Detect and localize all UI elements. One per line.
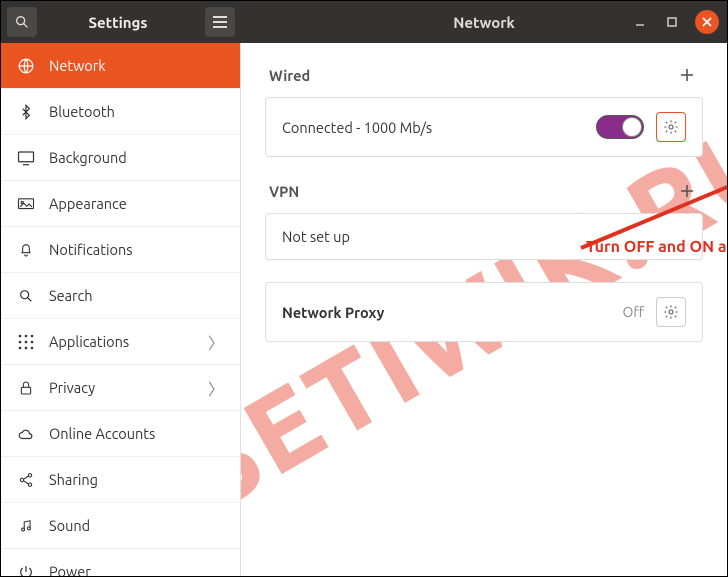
proxy-row[interactable]: Network Proxy Off (265, 282, 703, 342)
gear-icon (663, 119, 679, 135)
plus-icon (680, 184, 694, 198)
monitor-icon (17, 149, 35, 167)
search-icon (17, 287, 35, 305)
sidebar-item-search[interactable]: Search (1, 273, 240, 319)
menu-icon (212, 15, 228, 29)
bluetooth-icon (17, 103, 35, 121)
sidebar-item-online-accounts[interactable]: Online Accounts (1, 411, 240, 457)
sidebar-item-bluetooth[interactable]: Bluetooth (1, 89, 240, 135)
network-panel: SETIWIK.RU Wired Connected - 1000 Mb/s V… (241, 43, 727, 576)
page-title: Network (453, 14, 515, 31)
share-icon (17, 471, 35, 489)
maximize-icon (667, 17, 677, 27)
sidebar-item-privacy[interactable]: Privacy 〉 (1, 365, 240, 411)
settings-header-left: Settings (1, 1, 241, 43)
plus-icon (680, 68, 694, 82)
proxy-status: Off (622, 304, 644, 320)
annotation-text: Turn OFF and ON again (586, 238, 727, 256)
settings-header-right: Network (241, 1, 727, 43)
wired-connection-row: Connected - 1000 Mb/s (265, 97, 703, 157)
wired-settings-button[interactable] (656, 112, 686, 142)
maximize-button[interactable] (663, 13, 681, 31)
cloud-icon (17, 425, 35, 443)
proxy-title: Network Proxy (282, 304, 610, 321)
search-icon (14, 14, 30, 30)
sidebar-item-background[interactable]: Background (1, 135, 240, 181)
sidebar-item-sharing[interactable]: Sharing (1, 457, 240, 503)
lock-icon (17, 379, 35, 397)
sidebar-item-applications[interactable]: Applications 〉 (1, 319, 240, 365)
globe-icon (17, 57, 35, 75)
wired-title: Wired (269, 67, 310, 84)
sidebar-item-label: Appearance (49, 195, 224, 212)
sidebar-item-label: Online Accounts (49, 425, 224, 442)
sidebar-item-sound[interactable]: Sound (1, 503, 240, 549)
close-icon (702, 17, 712, 27)
close-button[interactable] (695, 10, 719, 34)
settings-title: Settings (37, 14, 199, 31)
sidebar-item-label: Bluetooth (49, 103, 224, 120)
sidebar-item-label: Applications (49, 333, 194, 350)
power-icon (17, 563, 35, 577)
sidebar-item-label: Privacy (49, 379, 194, 396)
sidebar-item-appearance[interactable]: Appearance (1, 181, 240, 227)
sidebar-item-label: Sharing (49, 471, 224, 488)
vpn-title: VPN (269, 183, 299, 200)
chevron-right-icon: 〉 (208, 330, 224, 354)
gear-icon (663, 304, 679, 320)
sidebar-item-label: Search (49, 287, 224, 304)
music-icon (17, 517, 35, 535)
title-bar: Settings Network (1, 1, 727, 43)
hamburger-menu-button[interactable] (205, 7, 235, 37)
proxy-section: Network Proxy Off (265, 282, 703, 342)
sidebar-item-power[interactable]: Power (1, 549, 240, 576)
sidebar-item-label: Notifications (49, 241, 224, 258)
wired-section: Wired Connected - 1000 Mb/s (265, 63, 703, 157)
sidebar-item-notifications[interactable]: Notifications (1, 227, 240, 273)
grid-icon (17, 333, 35, 351)
minimize-icon (634, 16, 646, 28)
chevron-right-icon: 〉 (208, 376, 224, 400)
add-vpn-button[interactable] (675, 179, 699, 203)
bell-icon (17, 241, 35, 259)
proxy-settings-button[interactable] (656, 297, 686, 327)
wired-status-text: Connected - 1000 Mb/s (282, 119, 584, 136)
settings-sidebar: Network Bluetooth Background Appearance … (1, 43, 241, 576)
wired-toggle[interactable] (596, 115, 644, 139)
sidebar-item-label: Power (49, 563, 224, 576)
sidebar-item-network[interactable]: Network (1, 43, 240, 89)
toggle-knob (622, 117, 642, 137)
window-controls (631, 10, 719, 34)
minimize-button[interactable] (631, 13, 649, 31)
sidebar-item-label: Sound (49, 517, 224, 534)
add-wired-button[interactable] (675, 63, 699, 87)
sidebar-item-label: Network (49, 57, 224, 74)
sidebar-item-label: Background (49, 149, 224, 166)
search-button[interactable] (7, 7, 37, 37)
appearance-icon (17, 195, 35, 213)
